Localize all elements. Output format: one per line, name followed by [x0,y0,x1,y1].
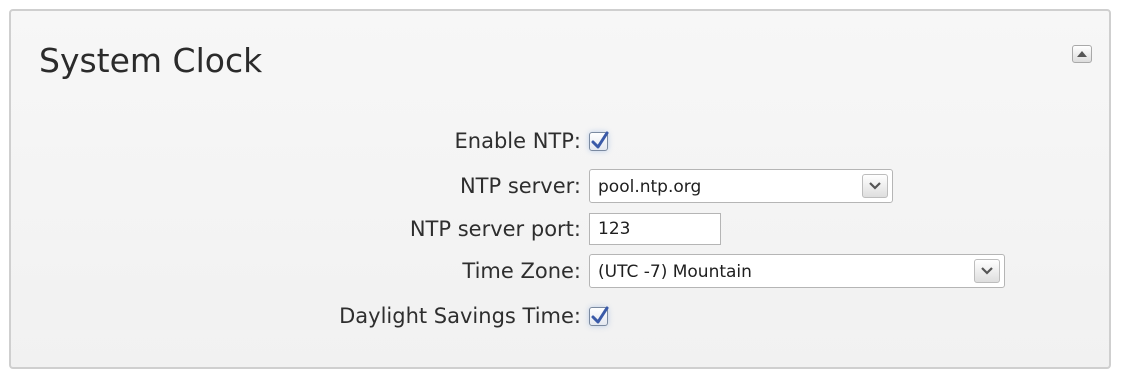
time-zone-row: Time Zone: (UTC -7) Mountain [11,251,1111,291]
enable-ntp-row: Enable NTP: [11,121,1111,161]
ntp-server-port-input[interactable]: 123 [589,213,721,245]
ntp-server-row: NTP server: pool.ntp.org [11,166,1111,206]
daylight-savings-row: Daylight Savings Time: [11,296,1111,336]
enable-ntp-label: Enable NTP: [454,129,581,153]
ntp-server-value: pool.ntp.org [598,177,702,197]
time-zone-label: Time Zone: [462,259,581,283]
ntp-server-select[interactable]: pool.ntp.org [589,169,893,203]
system-clock-panel: System Clock Enable NTP: NTP server: poo… [9,9,1111,369]
panel-title: System Clock [39,41,263,80]
daylight-savings-checkbox[interactable] [589,306,609,326]
daylight-savings-label: Daylight Savings Time: [339,304,581,328]
time-zone-value: (UTC -7) Mountain [598,262,752,282]
check-icon [591,306,609,323]
ntp-server-label: NTP server: [459,174,581,198]
time-zone-select[interactable]: (UTC -7) Mountain [589,254,1005,288]
enable-ntp-checkbox[interactable] [589,131,609,151]
ntp-server-port-row: NTP server port: 123 [11,209,1111,249]
collapse-button[interactable] [1072,45,1092,63]
check-icon [591,131,609,148]
chevron-down-icon[interactable] [862,174,888,198]
ntp-server-port-label: NTP server port: [409,217,581,241]
triangle-up-icon [1077,51,1087,57]
chevron-down-icon[interactable] [974,259,1000,283]
